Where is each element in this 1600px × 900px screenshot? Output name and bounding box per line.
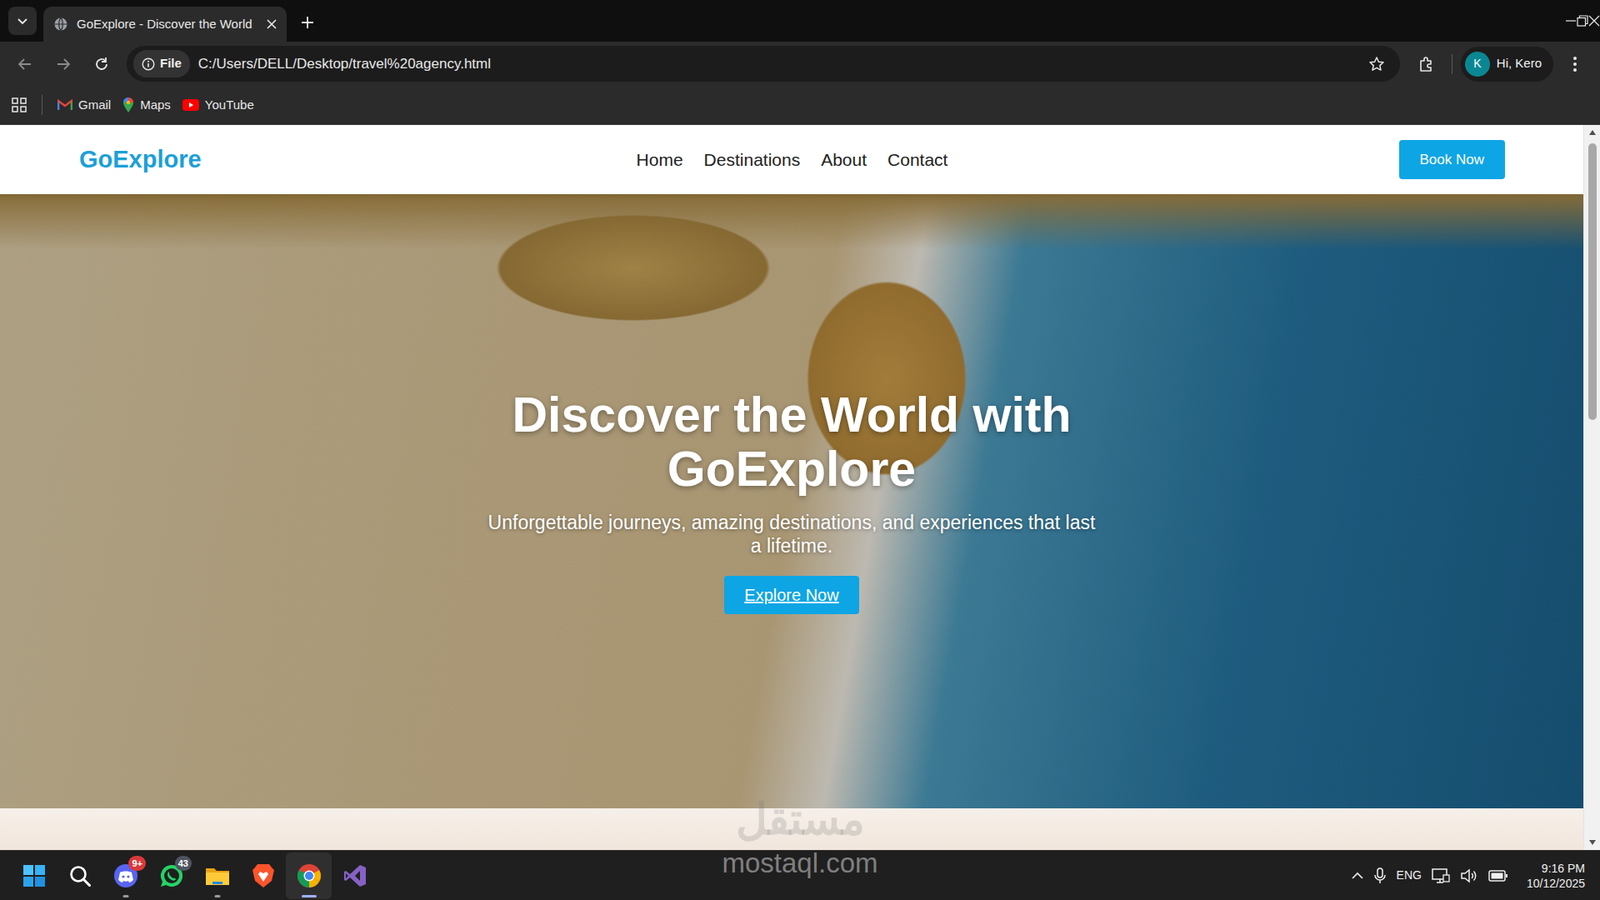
scroll-down-icon[interactable] [1589,835,1596,850]
tab-search-icon[interactable] [8,6,37,35]
vstudio-icon [343,864,367,888]
taskbar-app[interactable] [285,852,332,900]
watermark: mostaql.com [0,848,1600,879]
maps-icon [122,96,135,114]
microphone-icon[interactable] [1373,867,1387,885]
bookmarks-bar: Gmail Maps YouTube [0,85,1600,125]
explore-button[interactable]: Explore Now [724,575,859,615]
next-section [0,808,1584,850]
minimize-icon[interactable] [1565,0,1577,42]
apps-icon[interactable] [11,97,27,113]
nav-link[interactable]: Home [636,146,684,174]
notification-badge: 43 [175,855,192,871]
info-icon [141,57,155,71]
toolbar: File C:/Users/DELL/Desktop/travel%20agenc… [0,41,1600,86]
forward-icon[interactable] [46,47,80,81]
taskbar-app[interactable]: 43 [148,852,195,900]
watermark-text: mostaql.com [721,848,878,879]
close-window-icon[interactable] [1588,0,1600,42]
taskbar: 9+ 43 ENG 9:16 PM10/12/2025 [0,850,1600,900]
nav-links: Home Destinations About Contact [636,146,949,174]
url-text[interactable]: C:/Users/DELL/Desktop/travel%20agency.ht… [198,53,1352,75]
hero-section: Discover the World with GoExplore Unforge… [0,194,1584,809]
show-hidden-icon[interactable] [1351,871,1364,880]
hero-title: Discover the World with GoExplore [500,388,1084,497]
extensions-icon[interactable] [1410,47,1444,81]
files-icon [205,864,230,888]
watermark-logo: مستقل [0,795,1600,844]
running-indicator [214,895,220,898]
restore-icon[interactable] [1576,0,1589,42]
clock-time: 9:16 PM [1541,860,1585,876]
nav-link[interactable]: Contact [887,146,948,174]
book-now-button[interactable]: Book Now [1399,140,1505,180]
bookmark-star-icon[interactable] [1360,47,1394,81]
address-bar[interactable]: File C:/Users/DELL/Desktop/travel%20agenc… [126,45,1400,82]
chip-label: File [160,54,182,74]
browser-window: GoExplore - Discover the World File C:/Use… [0,0,1600,900]
bookmark[interactable]: YouTube [182,95,255,115]
browser-tab[interactable]: GoExplore - Discover the World [43,6,287,42]
profile-avatar: K [1465,51,1490,77]
scroll-thumb[interactable] [1588,143,1597,420]
page-viewport: GoExploreHome Destinations About Contact Boo… [0,125,1600,850]
favicon-icon [53,16,69,32]
taskbar-app[interactable] [331,852,378,900]
scroll-up-icon[interactable] [1589,125,1596,140]
running-indicator [301,895,317,898]
bookmark[interactable]: Maps [122,95,171,115]
watermark-logo-text: مستقل [735,795,865,844]
taskbar-app[interactable] [56,852,103,900]
youtube-icon [182,99,200,111]
back-icon[interactable] [8,47,42,81]
separator [41,95,43,115]
bookmark[interactable]: Gmail [57,95,111,115]
nav-actions: Book Now [947,140,1505,180]
nav-link[interactable]: About [820,146,867,174]
tab-title: GoExplore - Discover the World [76,15,259,35]
bookmark-label: Maps [140,95,171,115]
web-page: GoExploreHome Destinations About Contact Boo… [0,125,1584,850]
new-tab-icon[interactable] [293,8,322,37]
brave-icon [252,863,275,889]
taskbar-app[interactable] [240,852,286,900]
taskbar-app[interactable] [194,852,240,900]
language-indicator[interactable]: ENG [1396,866,1422,885]
taskbar-app[interactable]: 9+ [102,852,149,900]
running-indicator [122,895,129,898]
system-tray: ENG 9:16 PM10/12/2025 [1351,860,1600,891]
hero-subtitle: Unforgettable journeys, amazing destinat… [483,510,1100,558]
start-icon [22,864,46,888]
clock[interactable]: 9:16 PM10/12/2025 [1526,860,1585,891]
clock-date: 10/12/2025 [1526,875,1585,891]
scrollbar[interactable] [1583,125,1600,850]
volume-icon[interactable] [1460,867,1479,885]
chrome-icon [296,863,322,889]
tab-strip: GoExplore - Discover the World [0,0,1600,42]
bookmark-label: YouTube [205,95,255,115]
bookmark-label: Gmail [78,95,111,115]
gmail-icon [57,99,73,111]
battery-icon[interactable] [1488,868,1509,884]
site-brand[interactable]: GoExplore [79,141,637,179]
network-icon[interactable] [1431,867,1450,885]
profile-label: Hi, Kero [1496,54,1542,74]
site-info-chip[interactable]: File [133,50,190,78]
nav-link[interactable]: Destinations [704,146,801,174]
site-navbar: GoExploreHome Destinations About Contact Boo… [0,125,1584,195]
close-icon[interactable] [266,19,277,30]
notification-badge: 9+ [128,855,146,871]
window-controls [1565,0,1600,42]
reload-icon[interactable] [85,47,119,81]
search-icon [68,864,92,888]
scroll-track[interactable] [1584,140,1600,835]
menu-icon[interactable] [1558,47,1592,81]
profile-button[interactable]: K Hi, Kero [1460,46,1554,82]
separator [1451,54,1453,75]
taskbar-app[interactable] [10,852,57,900]
